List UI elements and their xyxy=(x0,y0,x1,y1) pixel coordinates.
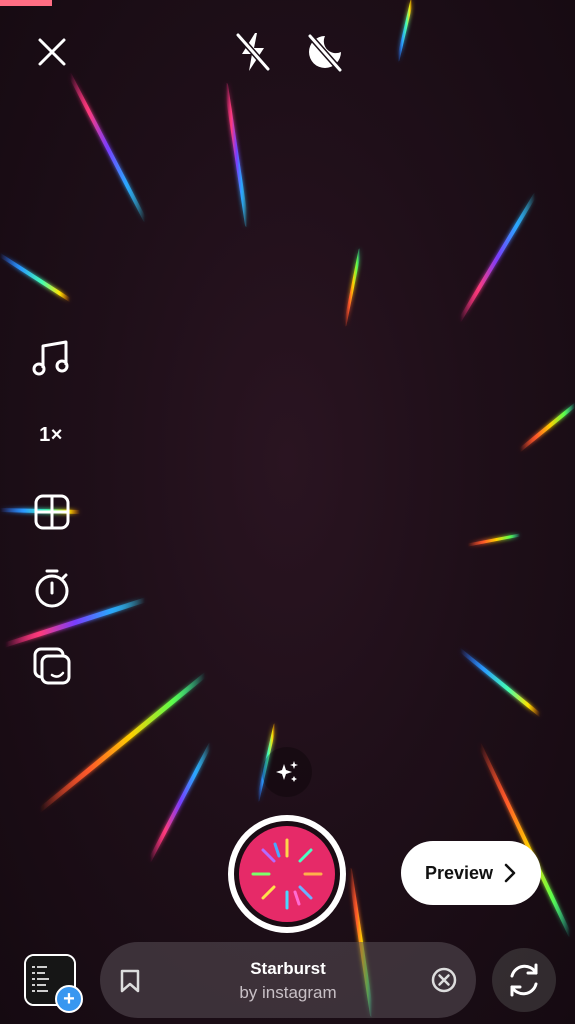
light-ray xyxy=(478,743,572,937)
speed-button[interactable]: 1× xyxy=(28,418,74,452)
remove-effect-button[interactable] xyxy=(430,966,458,994)
timer-button[interactable] xyxy=(30,566,74,610)
music-note-icon xyxy=(32,340,69,376)
light-ray xyxy=(458,648,542,717)
preview-button[interactable]: Preview xyxy=(401,841,541,905)
flip-camera-icon xyxy=(510,963,538,997)
bookmark-icon xyxy=(120,969,140,993)
flip-camera-button[interactable] xyxy=(492,948,556,1012)
light-ray xyxy=(68,73,147,222)
close-icon xyxy=(38,38,66,66)
close-button[interactable] xyxy=(30,30,74,74)
light-ray xyxy=(458,193,537,322)
light-ray xyxy=(0,253,72,302)
shutter-ring xyxy=(234,821,340,927)
effect-author: by instagram xyxy=(239,983,337,1002)
recording-progress-bar xyxy=(0,0,575,6)
preview-label: Preview xyxy=(424,862,494,883)
shutter-button[interactable] xyxy=(228,815,346,933)
night-mode-toggle-button[interactable] xyxy=(302,28,348,76)
layout-button[interactable] xyxy=(30,490,74,534)
effect-name: Starburst xyxy=(250,959,326,978)
light-ray xyxy=(466,533,522,547)
recording-progress-fill xyxy=(0,0,52,6)
dual-camera-icon xyxy=(33,647,71,685)
light-ray xyxy=(224,83,249,227)
light-ray xyxy=(343,248,362,327)
add-badge: + xyxy=(55,985,83,1013)
flash-toggle-button[interactable] xyxy=(230,28,276,76)
timer-icon xyxy=(35,569,69,608)
speed-label: 1× xyxy=(39,423,63,446)
effects-button[interactable] xyxy=(262,747,312,797)
music-button[interactable] xyxy=(28,336,74,382)
light-ray xyxy=(396,0,414,62)
light-ray xyxy=(37,672,208,813)
light-ray xyxy=(518,403,575,452)
starburst-icon xyxy=(251,838,323,910)
dual-camera-button[interactable] xyxy=(30,644,74,688)
light-ray xyxy=(148,743,212,862)
night-mode-off-icon xyxy=(307,33,343,73)
close-circle-icon xyxy=(431,967,457,993)
light-ray xyxy=(2,597,148,648)
effect-info-pill[interactable]: Starburst by instagram xyxy=(100,942,476,1018)
sparkles-icon xyxy=(276,761,298,782)
chevron-right-icon xyxy=(504,863,516,883)
save-effect-button[interactable] xyxy=(118,968,142,994)
flash-off-icon xyxy=(235,32,271,72)
shutter-effect-preview xyxy=(239,826,335,922)
layout-grid-icon xyxy=(34,494,70,530)
